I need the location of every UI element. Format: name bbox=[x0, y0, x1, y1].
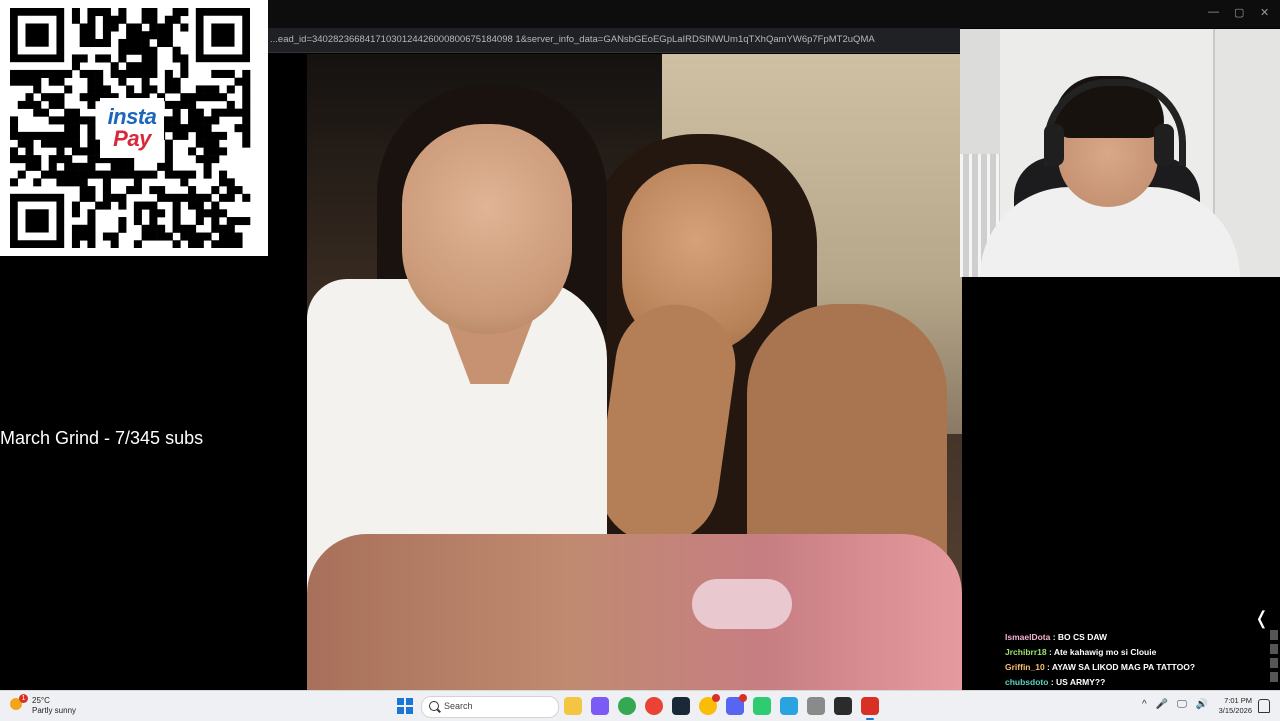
scrollbar-segment bbox=[1270, 630, 1278, 640]
chat-message: Griffin_10 : AYAW SA LIKOD MAG PA TATTOO… bbox=[1005, 660, 1265, 675]
chat-collapse-icon[interactable]: ❬ bbox=[1254, 608, 1269, 629]
telegram-icon[interactable] bbox=[780, 697, 798, 715]
display-icon[interactable]: 🖵 bbox=[1177, 699, 1187, 710]
address-bar[interactable]: ...ead_id=340282366841710301244260008006… bbox=[268, 28, 960, 53]
maximize-button[interactable]: ▢ bbox=[1234, 6, 1244, 19]
system-tray: ^ 🎤 🖵 🔊 bbox=[1142, 699, 1208, 710]
streamer-webcam bbox=[960, 29, 1280, 277]
chat-message: IsmaelDota : BO CS DAW bbox=[1005, 630, 1265, 645]
search-icon bbox=[429, 701, 439, 711]
partly-sunny-icon: 1 bbox=[10, 694, 28, 714]
app-green-icon[interactable] bbox=[753, 697, 771, 715]
chat-scrollbar[interactable] bbox=[1270, 630, 1280, 690]
scrollbar-segment bbox=[1270, 644, 1278, 654]
taskbar-search-box[interactable]: Search bbox=[421, 696, 559, 718]
clock-time: 7:01 PM bbox=[1224, 696, 1252, 705]
pinned-apps bbox=[564, 694, 879, 720]
volume-icon[interactable]: 🔊 bbox=[1196, 699, 1208, 710]
headset-earcup-left bbox=[1044, 124, 1064, 166]
obs-icon[interactable] bbox=[834, 697, 852, 715]
chat-username: Jrchibrr18 bbox=[1005, 647, 1047, 657]
browser-titlebar: — ▢ ✕ bbox=[268, 0, 1280, 28]
headset-earcup-right bbox=[1154, 124, 1174, 166]
chat-text: : BO CS DAW bbox=[1050, 632, 1108, 642]
chrome-1-icon[interactable] bbox=[618, 697, 636, 715]
notification-bell-icon[interactable] bbox=[1258, 699, 1270, 713]
weather-widget[interactable]: 1 25°C Partly sunny bbox=[10, 694, 77, 716]
chat-overlay: IsmaelDota : BO CS DAW Jrchibrr18 : Ate … bbox=[1005, 630, 1265, 690]
chrome-2-icon[interactable] bbox=[645, 697, 663, 715]
discord-icon[interactable] bbox=[726, 694, 747, 715]
windows-taskbar: 1 25°C Partly sunny Search ^ 🎤 🖵 🔊 7:01 … bbox=[0, 690, 1280, 721]
logo-text-pay: Pay bbox=[113, 126, 151, 151]
qr-code-panel: insta Pay bbox=[0, 0, 268, 256]
chat-message: chubsdoto : US ARMY?? bbox=[1005, 675, 1265, 690]
weather-condition: Partly sunny bbox=[32, 706, 77, 715]
system-clock[interactable]: 7:01 PM 3/15/2026 bbox=[1214, 696, 1252, 716]
microphone-icon[interactable]: 🎤 bbox=[1156, 699, 1168, 710]
chat-text: : Ate kahawig mo si Clouie bbox=[1046, 647, 1157, 657]
person-left-face bbox=[402, 124, 572, 334]
url-text: ...ead_id=340282366841710301244260008006… bbox=[270, 34, 875, 45]
chat-username: IsmaelDota bbox=[1005, 632, 1051, 642]
copilot-icon[interactable] bbox=[591, 697, 609, 715]
notification-badge: 1 bbox=[19, 694, 28, 703]
blanket bbox=[307, 534, 962, 690]
chrome-3-icon[interactable] bbox=[699, 694, 720, 715]
logo-text-insta: insta bbox=[107, 104, 157, 129]
clock-date: 3/15/2026 bbox=[1218, 706, 1252, 715]
show-hidden-icons-icon[interactable]: ^ bbox=[1142, 699, 1147, 710]
main-video-feed bbox=[307, 54, 962, 690]
chat-text: : US ARMY?? bbox=[1048, 677, 1106, 687]
close-button[interactable]: ✕ bbox=[1260, 6, 1269, 19]
chat-text: : AYAW SA LIKOD MAG PA TATTOO? bbox=[1044, 662, 1196, 672]
weather-temp: 25°C bbox=[32, 696, 50, 705]
steam-icon[interactable] bbox=[672, 697, 690, 715]
chat-username: chubsdoto bbox=[1005, 677, 1049, 687]
minimize-button[interactable]: — bbox=[1208, 6, 1219, 18]
instapay-logo: insta Pay bbox=[100, 98, 164, 158]
pink-plush bbox=[692, 579, 792, 629]
scrollbar-segment bbox=[1270, 672, 1278, 682]
file-explorer-icon[interactable] bbox=[564, 697, 582, 715]
app-red-icon[interactable] bbox=[861, 697, 879, 720]
sub-goal-text: March Grind - 7/345 subs bbox=[0, 428, 204, 448]
search-label: Search bbox=[444, 701, 473, 711]
app-doc-icon[interactable] bbox=[807, 697, 825, 715]
windows-start-icon[interactable] bbox=[397, 698, 413, 714]
chat-message: Jrchibrr18 : Ate kahawig mo si Clouie bbox=[1005, 645, 1265, 660]
scrollbar-segment bbox=[1270, 658, 1278, 668]
chat-username: Griffin_10 bbox=[1005, 662, 1045, 672]
